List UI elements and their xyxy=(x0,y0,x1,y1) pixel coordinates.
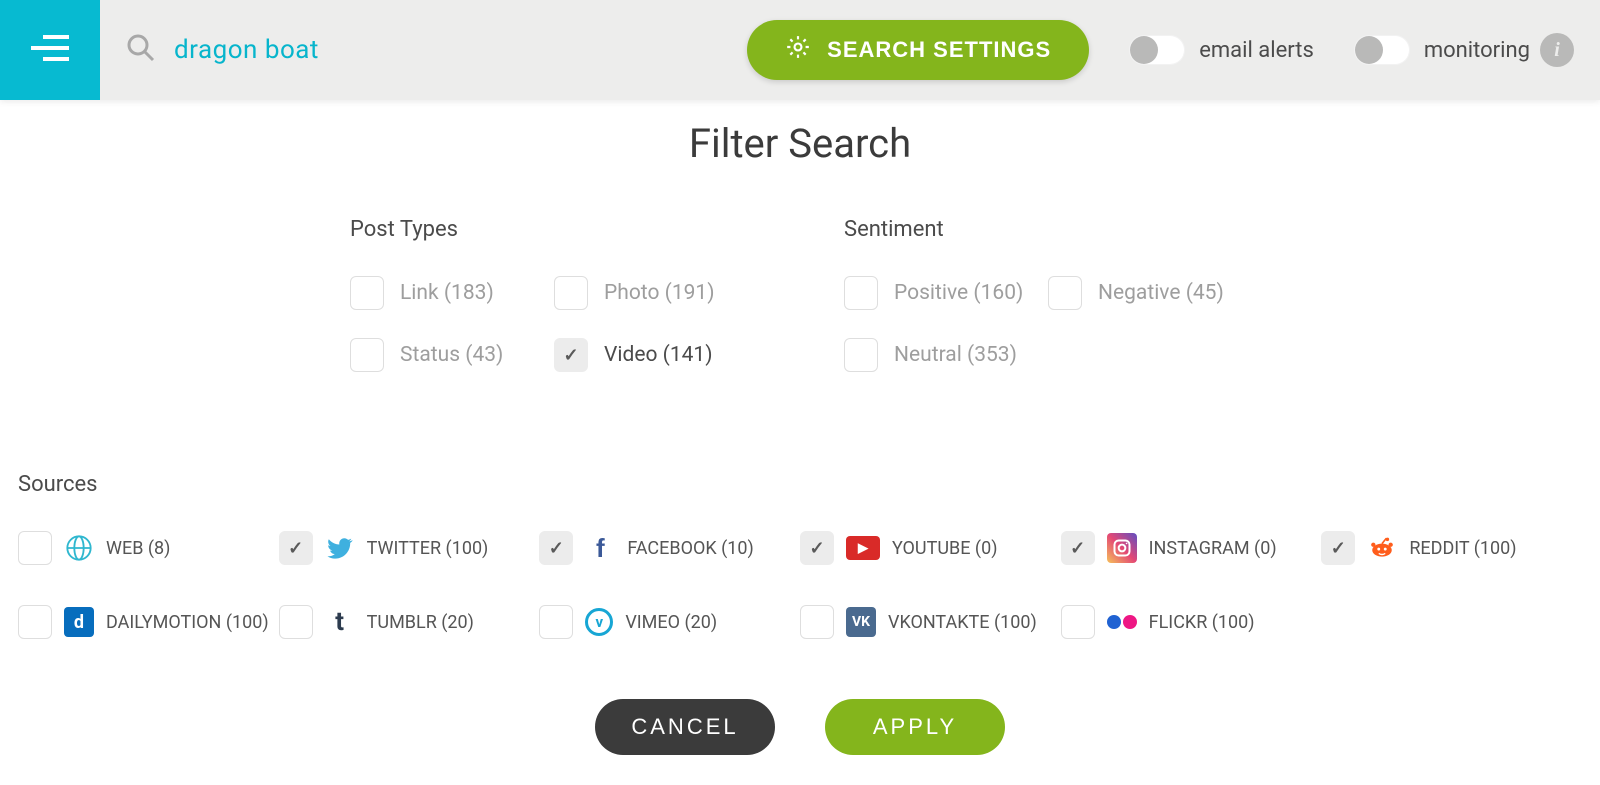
source-vkontakte-label: VKONTAKTE (100) xyxy=(888,612,1037,633)
source-flickr-label: FLICKR (100) xyxy=(1149,612,1255,633)
source-dailymotion-row: d DAILYMOTION (100) xyxy=(18,605,279,639)
post-type-2-row: Status (43) xyxy=(350,338,550,372)
source-flickr-checkbox[interactable] xyxy=(1061,605,1095,639)
monitoring-toggle[interactable] xyxy=(1354,35,1410,65)
post-type-1-checkbox[interactable] xyxy=(554,276,588,310)
source-vimeo-label: VIMEO (20) xyxy=(625,612,717,633)
post-type-1-label: Photo (191) xyxy=(604,281,715,305)
tumblr-icon: t xyxy=(325,607,355,637)
post-type-1-row: Photo (191) xyxy=(554,276,754,310)
sentiment-1-checkbox[interactable] xyxy=(1048,276,1082,310)
post-type-3-checkbox[interactable] xyxy=(554,338,588,372)
sentiment-2-label: Neutral (353) xyxy=(894,343,1017,367)
sentiment-1-label: Negative (45) xyxy=(1098,281,1224,305)
source-reddit-row: REDDIT (100) xyxy=(1321,531,1582,565)
sentiment-2-row: Neutral (353) xyxy=(844,338,1044,372)
source-facebook-label: FACEBOOK (10) xyxy=(627,538,753,559)
menu-button[interactable] xyxy=(0,0,100,100)
source-web-row: WEB (8) xyxy=(18,531,279,565)
facebook-icon: f xyxy=(585,533,615,563)
sentiment-0-row: Positive (160) xyxy=(844,276,1044,310)
source-dailymotion-checkbox[interactable] xyxy=(18,605,52,639)
hamburger-icon xyxy=(29,33,71,67)
source-vkontakte-checkbox[interactable] xyxy=(800,605,834,639)
source-tumblr-checkbox[interactable] xyxy=(279,605,313,639)
source-flickr-row: FLICKR (100) xyxy=(1061,605,1322,639)
source-tumblr-label: TUMBLR (20) xyxy=(367,612,474,633)
email-alerts-toggle[interactable] xyxy=(1129,35,1185,65)
source-youtube-label: YOUTUBE (0) xyxy=(892,538,997,559)
sentiment-1-row: Negative (45) xyxy=(1048,276,1248,310)
search-settings-button[interactable]: SEARCH SETTINGS xyxy=(747,20,1089,80)
gear-icon xyxy=(785,34,811,66)
vimeo-icon: v xyxy=(585,608,613,636)
source-twitter-row: TWITTER (100) xyxy=(279,531,540,565)
search-icon xyxy=(126,33,156,67)
vkontakte-icon: VK xyxy=(846,607,876,637)
web-icon xyxy=(64,533,94,563)
twitter-icon xyxy=(325,533,355,563)
search-query[interactable]: dragon boat xyxy=(174,35,319,65)
post-types-heading: Post Types xyxy=(350,217,754,242)
post-type-0-label: Link (183) xyxy=(400,281,494,305)
youtube-icon: ▶ xyxy=(846,536,880,560)
source-facebook-row: f FACEBOOK (10) xyxy=(539,531,800,565)
sources-heading: Sources xyxy=(18,472,1582,497)
monitoring-label: monitoring xyxy=(1424,38,1530,63)
source-instagram-row: INSTAGRAM (0) xyxy=(1061,531,1322,565)
page-title: Filter Search xyxy=(0,120,1600,167)
info-icon[interactable]: i xyxy=(1540,33,1574,67)
email-alerts-label: email alerts xyxy=(1199,38,1314,63)
source-facebook-checkbox[interactable] xyxy=(539,531,573,565)
post-type-3-label: Video (141) xyxy=(604,343,713,367)
source-youtube-row: ▶ YOUTUBE (0) xyxy=(800,531,1061,565)
sentiment-heading: Sentiment xyxy=(844,217,1248,242)
source-tumblr-row: t TUMBLR (20) xyxy=(279,605,540,639)
source-vimeo-row: v VIMEO (20) xyxy=(539,605,800,639)
post-type-3-row: Video (141) xyxy=(554,338,754,372)
source-twitter-label: TWITTER (100) xyxy=(367,538,489,559)
sentiment-0-checkbox[interactable] xyxy=(844,276,878,310)
post-type-0-checkbox[interactable] xyxy=(350,276,384,310)
search-settings-label: SEARCH SETTINGS xyxy=(827,37,1051,63)
source-vimeo-checkbox[interactable] xyxy=(539,605,573,639)
cancel-button[interactable]: CANCEL xyxy=(595,699,775,755)
instagram-icon xyxy=(1107,533,1137,563)
source-vkontakte-row: VK VKONTAKTE (100) xyxy=(800,605,1061,639)
source-youtube-checkbox[interactable] xyxy=(800,531,834,565)
source-instagram-label: INSTAGRAM (0) xyxy=(1149,538,1277,559)
dailymotion-icon: d xyxy=(64,607,94,637)
sentiment-2-checkbox[interactable] xyxy=(844,338,878,372)
source-dailymotion-label: DAILYMOTION (100) xyxy=(106,612,269,633)
post-type-2-checkbox[interactable] xyxy=(350,338,384,372)
post-type-2-label: Status (43) xyxy=(400,343,503,367)
source-instagram-checkbox[interactable] xyxy=(1061,531,1095,565)
source-web-checkbox[interactable] xyxy=(18,531,52,565)
source-twitter-checkbox[interactable] xyxy=(279,531,313,565)
post-type-0-row: Link (183) xyxy=(350,276,550,310)
flickr-icon xyxy=(1107,607,1137,637)
source-reddit-checkbox[interactable] xyxy=(1321,531,1355,565)
apply-button[interactable]: APPLY xyxy=(825,699,1005,755)
source-web-label: WEB (8) xyxy=(106,538,170,559)
reddit-icon xyxy=(1367,533,1397,563)
source-reddit-label: REDDIT (100) xyxy=(1409,538,1516,559)
sentiment-0-label: Positive (160) xyxy=(894,281,1023,305)
